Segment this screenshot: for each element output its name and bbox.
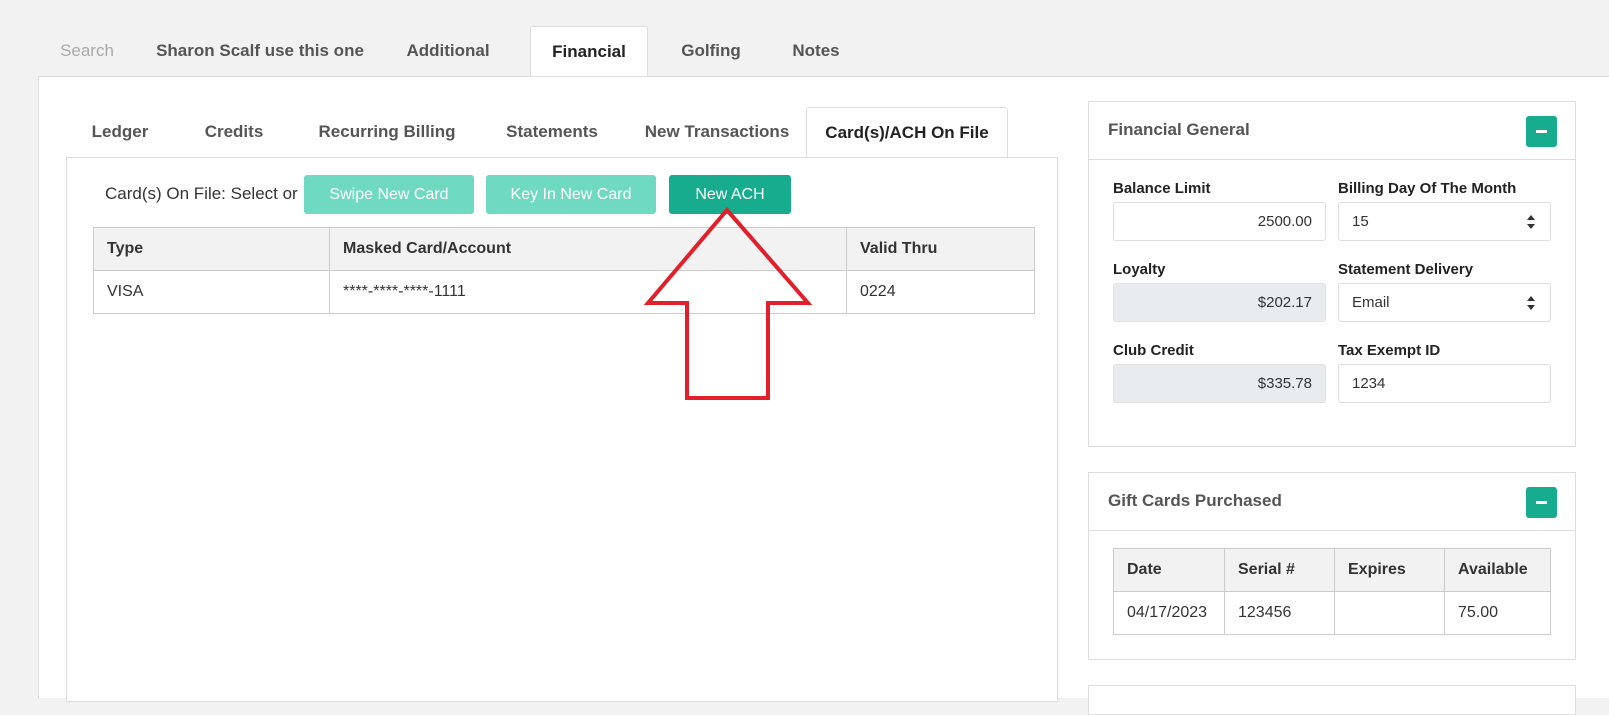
loyalty-label: Loyalty	[1113, 261, 1166, 278]
loyalty-field: $202.17	[1113, 283, 1326, 322]
column-header-available: Available	[1444, 548, 1551, 592]
swipe-new-card-button[interactable]: Swipe New Card	[304, 175, 474, 214]
tax-exempt-input[interactable]: 1234	[1338, 364, 1551, 403]
valid-thru-cell: 0224	[846, 270, 1035, 314]
statement-delivery-select[interactable]: Email	[1338, 283, 1551, 322]
statement-delivery-label: Statement Delivery	[1338, 261, 1474, 278]
collapse-gift-cards-button[interactable]	[1526, 487, 1557, 518]
subtab-cards-ach[interactable]: Card(s)/ACH On File	[806, 107, 1008, 158]
tax-exempt-label: Tax Exempt ID	[1338, 342, 1441, 359]
table-row[interactable]: 04/17/2023 123456 75.00	[1113, 591, 1551, 635]
collapse-financial-general-button[interactable]	[1526, 116, 1557, 147]
tab-golfing[interactable]: Golfing	[658, 26, 764, 76]
billing-day-select[interactable]: 15	[1338, 202, 1551, 241]
billing-day-value: 15	[1352, 213, 1369, 230]
column-header-valid-thru: Valid Thru	[846, 227, 1035, 271]
club-credit-label: Club Credit	[1113, 342, 1194, 359]
table-row[interactable]: VISA ****-****-****-1111 0224	[93, 270, 1035, 314]
column-header-expires: Expires	[1334, 548, 1445, 592]
gift-cards-table: Date Serial # Expires Available 04/17/20…	[1113, 548, 1551, 635]
gift-serial-cell: 123456	[1224, 591, 1335, 635]
gift-cards-header: Gift Cards Purchased	[1089, 473, 1575, 531]
next-section-box	[1088, 685, 1576, 715]
gift-cards-title: Gift Cards Purchased	[1108, 491, 1282, 510]
tab-search[interactable]: Search	[38, 26, 136, 76]
annotation-arrow-icon	[643, 206, 813, 400]
tab-notes[interactable]: Notes	[768, 26, 864, 76]
select-caret-icon	[1527, 215, 1535, 229]
gift-date-cell: 04/17/2023	[1113, 591, 1225, 635]
statement-delivery-value: Email	[1352, 294, 1390, 311]
card-type-cell: VISA	[93, 270, 330, 314]
table-header-row: Type Masked Card/Account Valid Thru	[93, 227, 1035, 271]
financial-general-title: Financial General	[1108, 120, 1250, 139]
subtab-recurring-billing[interactable]: Recurring Billing	[298, 107, 476, 157]
subtab-statements[interactable]: Statements	[484, 107, 620, 157]
club-credit-field: $335.78	[1113, 364, 1326, 403]
key-in-new-card-button[interactable]: Key In New Card	[486, 175, 656, 214]
balance-limit-label: Balance Limit	[1113, 180, 1211, 197]
balance-limit-input[interactable]: 2500.00	[1113, 202, 1326, 241]
tab-additional[interactable]: Additional	[388, 26, 508, 76]
subtab-new-transactions[interactable]: New Transactions	[628, 107, 806, 157]
subtab-ledger[interactable]: Ledger	[66, 107, 174, 157]
financial-general-header: Financial General	[1089, 102, 1575, 160]
billing-day-label: Billing Day Of The Month	[1338, 180, 1517, 197]
column-header-type: Type	[93, 227, 330, 271]
tab-sharon-scalf[interactable]: Sharon Scalf use this one	[144, 26, 376, 76]
select-caret-icon	[1527, 296, 1535, 310]
cards-on-file-label: Card(s) On File: Select or	[105, 184, 298, 203]
subtab-credits[interactable]: Credits	[178, 107, 290, 157]
table-header-row: Date Serial # Expires Available	[1113, 548, 1551, 592]
gift-expires-cell	[1334, 591, 1445, 635]
tab-financial[interactable]: Financial	[530, 26, 648, 77]
column-header-date: Date	[1113, 548, 1225, 592]
cards-table: Type Masked Card/Account Valid Thru VISA…	[93, 227, 1035, 314]
column-header-serial: Serial #	[1224, 548, 1335, 592]
gift-available-cell: 75.00	[1444, 591, 1551, 635]
